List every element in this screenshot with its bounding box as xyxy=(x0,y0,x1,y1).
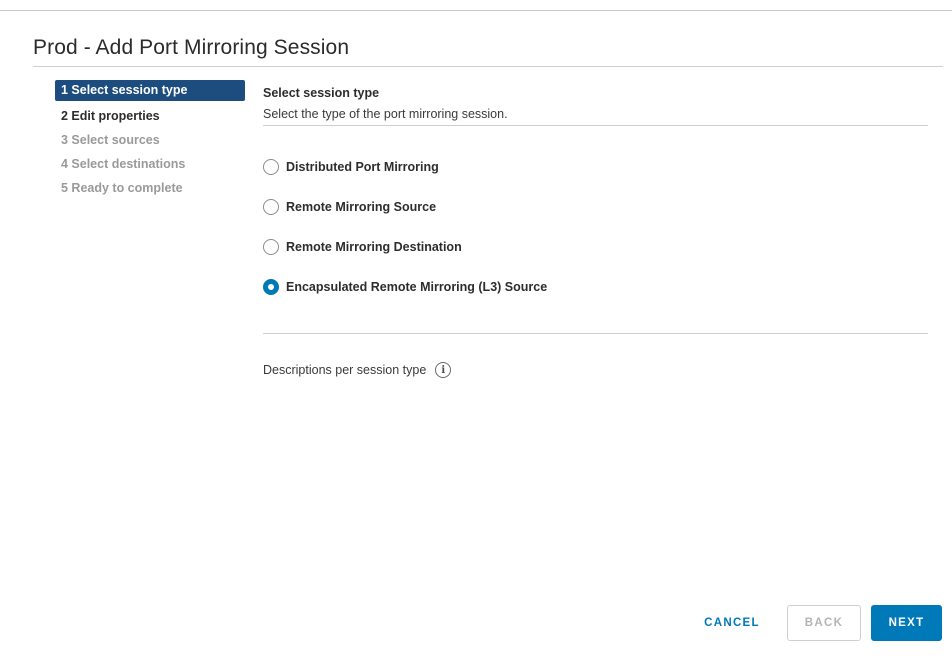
step-select-session-type[interactable]: 1 Select session type xyxy=(55,80,245,101)
title-divider xyxy=(33,66,943,67)
dialog-title: Prod - Add Port Mirroring Session xyxy=(33,36,350,59)
step-edit-properties[interactable]: 2 Edit properties xyxy=(55,104,245,128)
radio-encapsulated-remote-mirroring[interactable] xyxy=(263,279,279,295)
option-label: Remote Mirroring Destination xyxy=(286,240,462,254)
session-type-options: Distributed Port Mirroring Remote Mirror… xyxy=(263,147,928,307)
window-top-edge xyxy=(0,0,952,11)
option-encapsulated-remote-mirroring[interactable]: Encapsulated Remote Mirroring (L3) Sourc… xyxy=(263,267,928,307)
info-icon[interactable]: i xyxy=(435,362,452,378)
step-select-sources: 3 Select sources xyxy=(61,133,160,147)
descriptions-row: Descriptions per session type i xyxy=(263,360,928,380)
option-remote-mirroring-destination[interactable]: Remote Mirroring Destination xyxy=(263,227,928,267)
section-divider xyxy=(263,125,928,126)
wizard-page: Prod - Add Port Mirroring Session 1 Sele… xyxy=(0,0,952,658)
section-description: Select the type of the port mirroring se… xyxy=(263,107,508,121)
section-heading: Select session type xyxy=(263,86,380,100)
option-label: Remote Mirroring Source xyxy=(286,200,437,214)
option-remote-mirroring-source[interactable]: Remote Mirroring Source xyxy=(263,187,928,227)
step-select-destinations: 4 Select destinations xyxy=(61,157,186,171)
radio-remote-mirroring-source[interactable] xyxy=(263,199,279,215)
next-button[interactable]: NEXT xyxy=(871,605,942,641)
step-ready-to-complete: 5 Ready to complete xyxy=(61,181,183,195)
option-distributed-port-mirroring[interactable]: Distributed Port Mirroring xyxy=(263,147,928,187)
wizard-content: Select session type Select the type of t… xyxy=(263,84,928,380)
radio-distributed-port-mirroring[interactable] xyxy=(263,159,279,175)
cancel-button[interactable]: CANCEL xyxy=(692,605,772,641)
back-button[interactable]: BACK xyxy=(787,605,861,641)
options-divider xyxy=(263,333,928,334)
descriptions-per-session-type: Descriptions per session type xyxy=(263,363,427,377)
option-label: Encapsulated Remote Mirroring (L3) Sourc… xyxy=(286,280,548,294)
wizard-steps: 1 Select session type 2 Edit properties … xyxy=(55,80,245,200)
option-label: Distributed Port Mirroring xyxy=(286,160,439,174)
radio-remote-mirroring-destination[interactable] xyxy=(263,239,279,255)
